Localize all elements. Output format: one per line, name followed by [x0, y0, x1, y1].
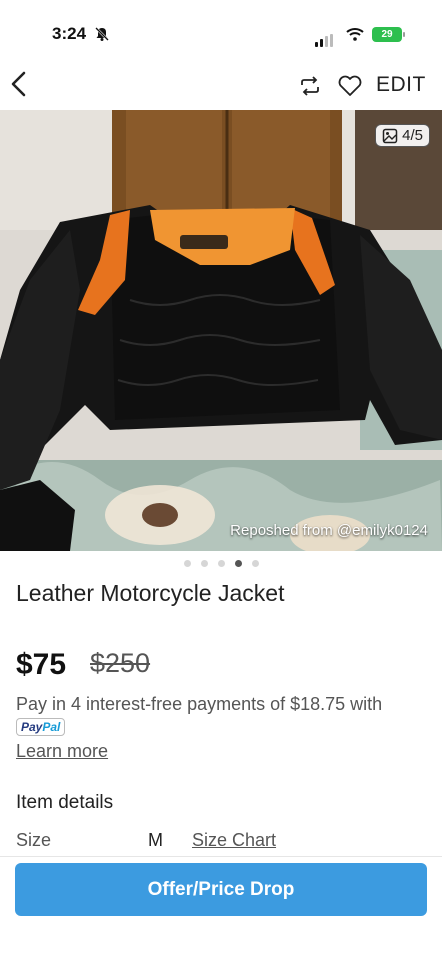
jacket-photo-image: [0, 110, 442, 551]
wifi-icon: [346, 28, 364, 41]
size-value: M: [148, 830, 163, 850]
item-details-heading: Item details: [16, 792, 114, 813]
bell-slash-icon: [95, 27, 109, 41]
carousel-dot[interactable]: [251, 560, 259, 567]
battery-icon: 29: [372, 27, 405, 42]
heart-icon[interactable]: [337, 74, 363, 98]
original-price: $250: [90, 648, 151, 678]
status-time: 3:24: [52, 24, 87, 43]
listing-title: Leather Motorcycle Jacket: [16, 580, 285, 606]
share-icon[interactable]: [298, 74, 322, 98]
size-label: Size: [16, 830, 52, 850]
carousel-dot[interactable]: [200, 560, 208, 567]
learn-more-link[interactable]: Learn more: [16, 741, 108, 762]
carousel-dots: [0, 560, 442, 567]
offer-price-drop-button[interactable]: Offer/Price Drop: [15, 863, 427, 916]
status-bar: 3:24 29: [0, 0, 442, 68]
size-chart-link[interactable]: Size Chart: [192, 830, 276, 851]
top-nav: EDIT: [0, 68, 442, 110]
carousel-dot[interactable]: [183, 560, 191, 567]
paypal-logo: PayPal: [16, 718, 66, 736]
signal-icon: [315, 29, 335, 47]
photo-counter-text: 4/5: [402, 127, 423, 144]
listing-photo[interactable]: 4/5 Reposhed from @emilyk0124: [0, 110, 442, 551]
listing-price: $75: [16, 648, 67, 681]
image-gallery-icon: [382, 128, 398, 143]
divider: [0, 856, 442, 857]
photo-counter: 4/5: [375, 124, 430, 147]
repost-caption: Reposhed from @emilyk0124: [230, 522, 428, 539]
carousel-dot[interactable]: [217, 560, 225, 567]
paypal-installments-text: Pay in 4 interest-free payments of $18.7…: [16, 694, 383, 714]
edit-button[interactable]: EDIT: [376, 73, 426, 97]
back-chevron-icon[interactable]: [8, 68, 30, 102]
carousel-dot-active[interactable]: [234, 560, 242, 567]
